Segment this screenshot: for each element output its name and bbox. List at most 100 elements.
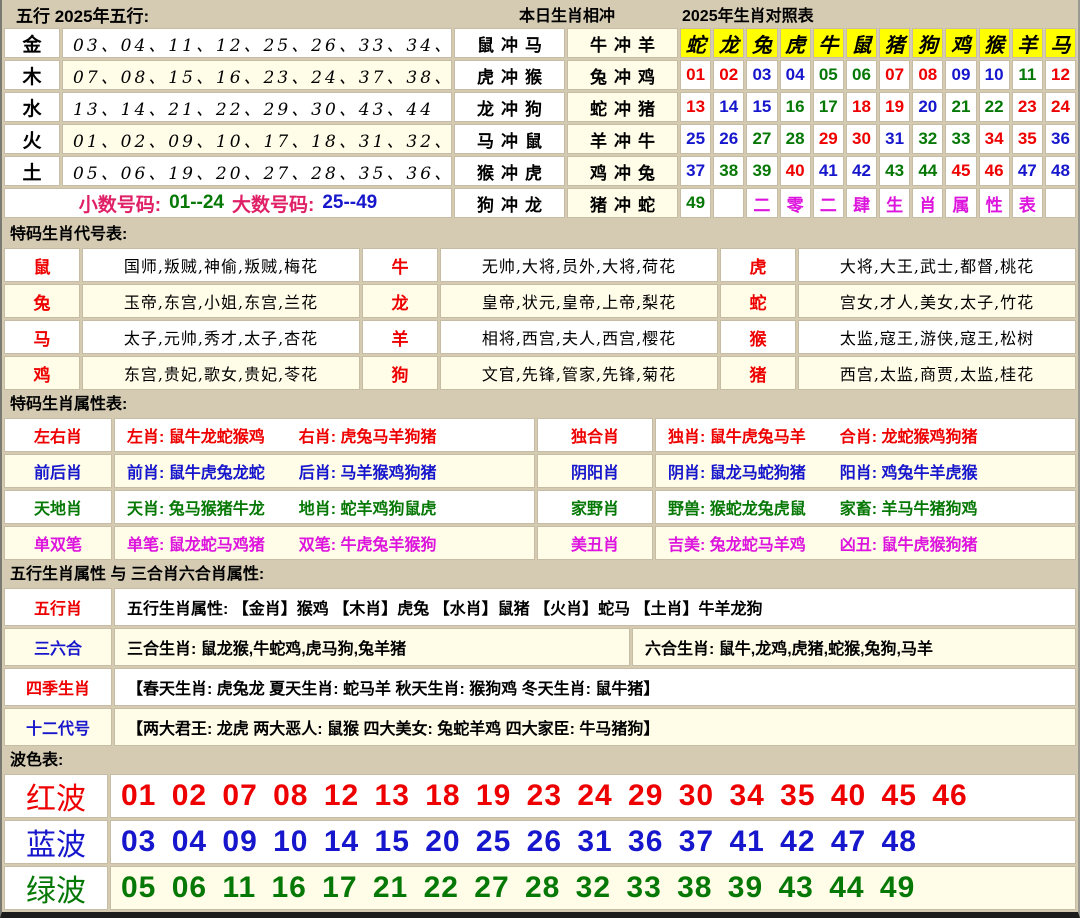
element-numbers: 07、08、15、16、23、24、37、38、45、46 [62, 60, 452, 90]
zodiac-number-cell: 19 [879, 92, 910, 122]
chong-pair: 羊冲牛 [567, 124, 678, 154]
zodiac-name-cell: 鸡 [4, 356, 80, 390]
zodiac-number-cell: 47 [1012, 156, 1043, 186]
chong-pair: 龙冲狗 [454, 92, 565, 122]
zodiac-number-cell: 43 [879, 156, 910, 186]
wuxing-row: 水13、14、21、22、29、30、43、44 [4, 92, 452, 122]
zodiac-name-cell: 马 [4, 320, 80, 354]
attribute-values: 阴肖: 鼠龙马蛇狗猪阳肖: 鸡兔牛羊虎猴 [655, 454, 1076, 488]
zodiac-table-title: 2025年生肖对照表 [680, 2, 1076, 26]
zodiac-number-cell: 03 [746, 60, 777, 90]
zodiac-number-cell: 10 [979, 60, 1010, 90]
zodiac-number-row: 010203040506070809101112 [680, 60, 1076, 90]
attribute-part: 地肖: 蛇羊鸡狗鼠虎 [299, 495, 437, 519]
zodiac-number-cell: 14 [713, 92, 744, 122]
group-label: 四季生肖 [4, 668, 112, 706]
attribute-group-label: 家野肖 [537, 490, 653, 524]
zodiac-number-row: 373839404142434445464748 [680, 156, 1076, 186]
shuxing-row: 单双笔单笔: 鼠龙蛇马鸡猪双笔: 牛虎兔羊猴狗美丑肖吉美: 兔龙蛇马羊鸡凶丑: … [4, 526, 1076, 560]
zodiac-number-cell: 42 [846, 156, 877, 186]
zodiac-header-cell: 蛇 [680, 28, 711, 58]
attribute-part: 凶丑: 鼠牛虎猴狗猪 [840, 531, 978, 555]
zodiac-number-cell: 46 [979, 156, 1010, 186]
zodiac-note-cell: 表 [1012, 188, 1043, 218]
attribute-part: 天肖: 兔马猴猪牛龙 [127, 495, 265, 519]
attribute-part: 后肖: 马羊猴鸡狗猪 [299, 459, 437, 483]
daihao-row: 兔玉帝,东宫,小姐,东宫,兰花龙皇帝,状元,皇帝,上帝,梨花蛇宫女,才人,美女,… [4, 284, 1076, 318]
attribute-group-label: 单双笔 [4, 526, 112, 560]
element-name: 水 [4, 92, 60, 122]
zodiac-note-cell: 生 [879, 188, 910, 218]
attribute-group-label: 独合肖 [537, 418, 653, 452]
bose-table: 红波01 02 07 08 12 13 18 19 23 24 29 30 34… [2, 774, 1078, 910]
chong-table: 鼠冲马牛冲羊虎冲猴兔冲鸡龙冲狗蛇冲猪马冲鼠羊冲牛猴冲虎鸡冲兔狗冲龙猪冲蛇 [454, 28, 678, 220]
zodiac-header-cell: 猪 [879, 28, 910, 58]
zodiac-header-cell: 虎 [780, 28, 811, 58]
zodiac-number-cell: 08 [912, 60, 943, 90]
attribute-part: 合肖: 龙蛇猴鸡狗猪 [840, 423, 978, 447]
attribute-group-label: 阴阳肖 [537, 454, 653, 488]
top-header-row: 五行 2025年五行: 本日生肖相冲 2025年生肖对照表 [2, 0, 1078, 28]
zodiac-table: 蛇龙兔虎牛鼠猪狗鸡猴羊马0102030405060708091011121314… [680, 28, 1076, 220]
zodiac-number-row: 252627282930313233343536 [680, 124, 1076, 154]
zodiac-note-cell: 二 [746, 188, 777, 218]
zodiac-number-cell: 20 [912, 92, 943, 122]
attribute-part: 阳肖: 鸡兔牛羊虎猴 [840, 459, 978, 483]
group-content: 五行生肖属性: 【金肖】猴鸡 【木肖】虎兔 【水肖】鼠猪 【火肖】蛇马 【土肖】… [114, 588, 1076, 626]
sanliu-section-title: 五行生肖属性 与 三合肖六合肖属性: [2, 562, 1078, 588]
zodiac-note-cell: 肆 [846, 188, 877, 218]
zodiac-number-cell: 02 [713, 60, 744, 90]
zodiac-name-cell: 兔 [4, 284, 80, 318]
attribute-part: 独肖: 鼠牛虎兔马羊 [668, 423, 806, 447]
wuxing-row: 土05、06、19、20、27、28、35、36、49 [4, 156, 452, 186]
zodiac-number-cell: 06 [846, 60, 877, 90]
zodiac-number-cell: 38 [713, 156, 744, 186]
zodiac-alias-cell: 国师,叛贼,神偷,叛贼,梅花 [82, 248, 360, 282]
group-label: 三六合 [4, 628, 112, 666]
zodiac-number-cell: 35 [1012, 124, 1043, 154]
daihao-section-title: 特码生肖代号表: [2, 222, 1078, 248]
zodiac-number-cell: 34 [979, 124, 1010, 154]
attribute-group-label: 美丑肖 [537, 526, 653, 560]
attribute-values: 独肖: 鼠牛虎兔马羊 合肖: 龙蛇猴鸡狗猪 [655, 418, 1076, 452]
chong-pair: 兔冲鸡 [567, 60, 678, 90]
group-content: 【两大君王: 龙虎 两大恶人: 鼠猴 四大美女: 兔蛇羊鸡 四大家臣: 牛马猪狗… [114, 708, 1076, 746]
zodiac-alias-cell: 玉帝,东宫,小姐,东宫,兰花 [82, 284, 360, 318]
attribute-group-label: 左右肖 [4, 418, 112, 452]
zodiac-note-cell [713, 188, 744, 218]
number-size-note-part: 小数号码: [79, 190, 161, 217]
chong-table-title: 本日生肖相冲 [454, 2, 680, 26]
zodiac-number-cell: 17 [813, 92, 844, 122]
bose-row: 红波01 02 07 08 12 13 18 19 23 24 29 30 34… [4, 774, 1076, 818]
daihao-row: 鸡东宫,贵妃,歌女,贵妃,苓花狗文官,先锋,管家,先锋,菊花猪西宫,太监,商贾,… [4, 356, 1076, 390]
zodiac-number-cell: 41 [813, 156, 844, 186]
zodiac-header-cell: 龙 [713, 28, 744, 58]
zodiac-name-cell: 猪 [720, 356, 796, 390]
zodiac-header-cell: 兔 [746, 28, 777, 58]
zodiac-header-cell: 羊 [1012, 28, 1043, 58]
zodiac-number-cell: 45 [945, 156, 976, 186]
zodiac-alias-cell: 太监,寇王,游侠,寇王,松树 [798, 320, 1076, 354]
group-content: 【春天生肖: 虎兔龙 夏天生肖: 蛇马羊 秋天生肖: 猴狗鸡 冬天生肖: 鼠牛猪… [114, 668, 1076, 706]
wuxing-row: 木07、08、15、16、23、24、37、38、45、46 [4, 60, 452, 90]
attribute-values: 前肖: 鼠牛虎兔龙蛇 后肖: 马羊猴鸡狗猪 [114, 454, 535, 488]
attribute-part: 前肖: 鼠牛虎兔龙蛇 [127, 459, 265, 483]
zodiac-alias-cell: 大将,大王,武士,都督,桃花 [798, 248, 1076, 282]
zodiac-header-row: 蛇龙兔虎牛鼠猪狗鸡猴羊马 [680, 28, 1076, 58]
zodiac-note-cell: 二 [813, 188, 844, 218]
wave-label: 蓝波 [4, 820, 108, 864]
attribute-part: 右肖: 虎兔马羊狗猪 [299, 423, 437, 447]
zodiac-number-cell: 29 [813, 124, 844, 154]
zodiac-name-cell: 牛 [362, 248, 438, 282]
wuxing-row: 火01、02、09、10、17、18、31、32、39、40、47、48 [4, 124, 452, 154]
element-numbers: 13、14、21、22、29、30、43、44 [62, 92, 452, 122]
daihao-row: 马太子,元帅,秀才,太子,杏花羊相将,西宫,夫人,西宫,樱花猴太监,寇王,游侠,… [4, 320, 1076, 354]
zodiac-number-cell: 25 [680, 124, 711, 154]
shuxing-row: 天地肖天肖: 兔马猴猪牛龙地肖: 蛇羊鸡狗鼠虎家野肖野兽: 猴蛇龙兔虎鼠家畜: … [4, 490, 1076, 524]
zodiac-number-cell: 01 [680, 60, 711, 90]
chong-pair: 马冲鼠 [454, 124, 565, 154]
attribute-part: 单笔: 鼠龙蛇马鸡猪 [127, 531, 265, 555]
group-content: 三合生肖: 鼠龙猴,牛蛇鸡,虎马狗,兔羊猪 [114, 628, 630, 666]
zodiac-number-cell: 31 [879, 124, 910, 154]
daihao-row: 鼠国师,叛贼,神偷,叛贼,梅花牛无帅,大将,员外,大将,荷花虎大将,大王,武士,… [4, 248, 1076, 282]
